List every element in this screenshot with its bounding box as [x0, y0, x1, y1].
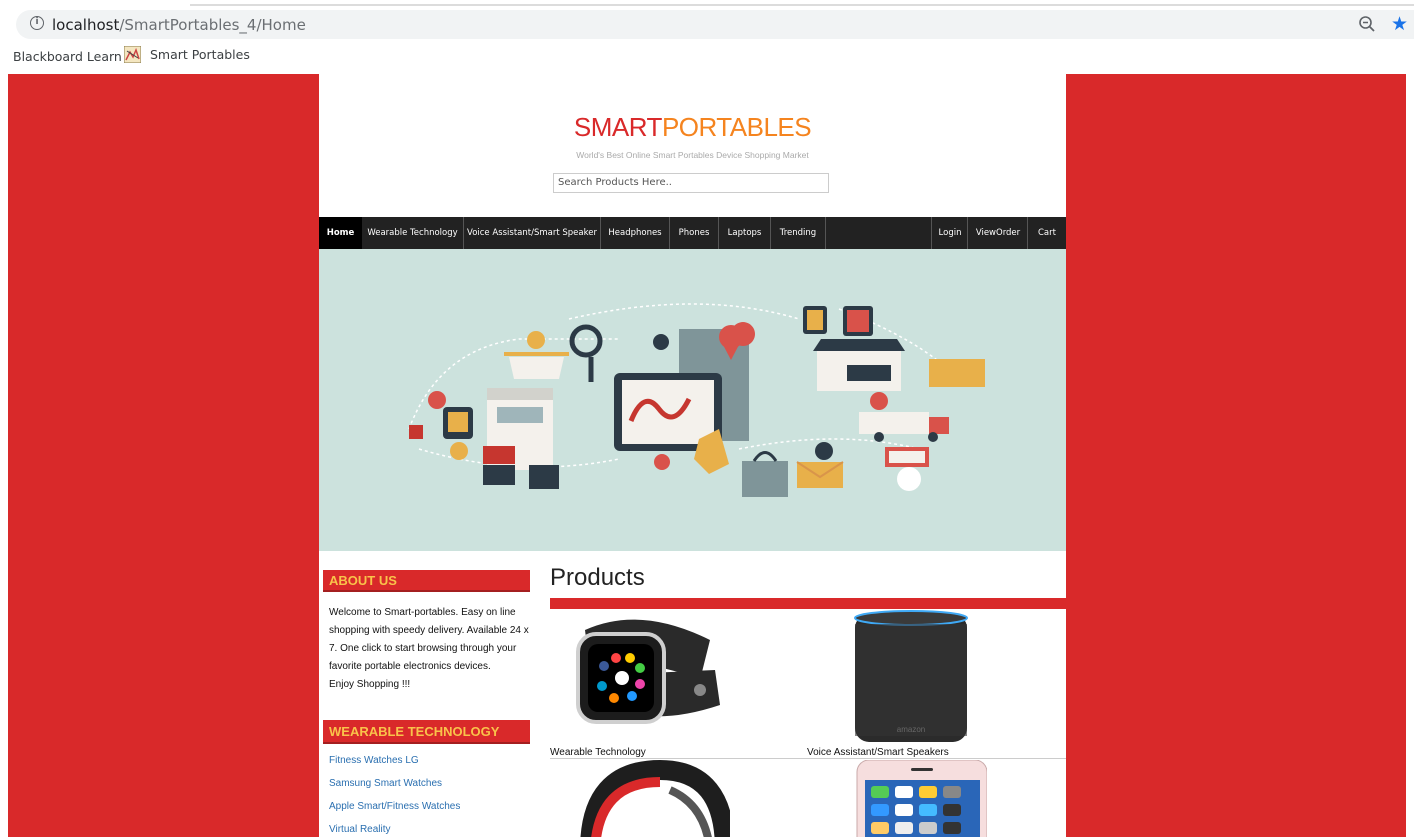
about-line: 7. One click to start browsing through y…: [329, 643, 517, 654]
product-caption[interactable]: Wearable Technology: [550, 747, 646, 758]
site-container: SMARTPORTABLES World's Best Online Smart…: [319, 74, 1066, 837]
bookmark-smart-portables[interactable]: Smart Portables: [124, 46, 250, 63]
nav-cart[interactable]: Cart: [1027, 217, 1066, 249]
search-input[interactable]: Search Products Here..: [553, 173, 829, 193]
site-logo[interactable]: SMARTPORTABLES: [319, 112, 1066, 143]
smart-portables-favicon-icon: [124, 46, 141, 63]
bookmark-star-icon[interactable]: ★: [1391, 13, 1408, 35]
logo-smart: SMART: [573, 112, 663, 142]
url-path: /SmartPortables_4/Home: [119, 16, 306, 34]
about-us-heading: ABOUT US: [323, 570, 530, 592]
zoom-out-icon[interactable]: [1358, 15, 1376, 33]
product-card-phones[interactable]: [807, 760, 1064, 837]
main-nav: Home Wearable Technology Voice Assistant…: [319, 217, 1066, 249]
about-us-text: Welcome to Smart-portables. Easy on line…: [329, 604, 529, 694]
link-apple-smart-watches[interactable]: Apple Smart/Fitness Watches: [329, 801, 460, 824]
bookmark-blackboard[interactable]: Blackboard Learn: [13, 49, 122, 64]
wearable-links: Fitness Watches LG Samsung Smart Watches…: [329, 755, 460, 837]
product-row-divider: [550, 758, 1066, 759]
link-virtual-reality[interactable]: Virtual Reality: [329, 824, 460, 837]
info-icon[interactable]: i: [30, 16, 44, 30]
product-card-headphones[interactable]: [550, 760, 807, 837]
nav-home[interactable]: Home: [319, 217, 362, 249]
nav-headphones[interactable]: Headphones: [601, 217, 670, 249]
bookmarks-bar: Blackboard Learn Smart Portables: [0, 42, 1414, 70]
logo-portables: PORTABLES: [661, 112, 812, 142]
nav-vieworder[interactable]: ViewOrder: [967, 217, 1028, 249]
address-bar[interactable]: i localhost/SmartPortables_4/Home ★: [16, 10, 1414, 39]
nav-trending[interactable]: Trending: [771, 217, 826, 249]
svg-text:amazon: amazon: [897, 725, 925, 734]
about-line: Welcome to Smart-portables. Easy on line: [329, 607, 516, 618]
products-heading: Products: [550, 564, 645, 591]
hero-banner: [319, 249, 1066, 551]
link-fitness-watches-lg[interactable]: Fitness Watches LG: [329, 755, 460, 778]
wearable-technology-heading: WEARABLE TECHNOLOGY: [323, 720, 530, 744]
smartwatch-image: [576, 619, 720, 724]
link-samsung-smart-watches[interactable]: Samsung Smart Watches: [329, 778, 460, 801]
smartphone-image: [856, 760, 988, 837]
site-tagline: World's Best Online Smart Portables Devi…: [576, 150, 809, 160]
product-card-wearable[interactable]: Wearable Technology: [550, 610, 807, 758]
product-caption[interactable]: Voice Assistant/Smart Speakers: [807, 747, 949, 758]
nav-login[interactable]: Login: [931, 217, 968, 249]
url-host: localhost: [52, 16, 120, 34]
nav-wearable-technology[interactable]: Wearable Technology: [362, 217, 464, 249]
product-card-voice-assistant[interactable]: amazon Voice Assistant/Smart Speakers: [807, 610, 1064, 758]
about-line: favorite portable electronics devices.: [329, 661, 491, 672]
products-heading-bar: [550, 598, 1066, 609]
nav-voice-assistant[interactable]: Voice Assistant/Smart Speaker: [464, 217, 601, 249]
nav-phones[interactable]: Phones: [670, 217, 719, 249]
headphones-image: [580, 760, 735, 837]
page-background: SMARTPORTABLES World's Best Online Smart…: [8, 74, 1406, 837]
bookmark-smart-portables-label: Smart Portables: [150, 47, 250, 62]
nav-laptops[interactable]: Laptops: [719, 217, 771, 249]
about-line: Enjoy Shopping !!!: [329, 679, 411, 690]
tab-strip-line: [190, 4, 1414, 6]
url-text[interactable]: localhost/SmartPortables_4/Home: [52, 16, 306, 34]
about-line: shopping with speedy delivery. Available…: [329, 625, 529, 636]
smart-speaker-image: amazon: [854, 610, 968, 742]
ecommerce-illustration: [408, 303, 985, 497]
